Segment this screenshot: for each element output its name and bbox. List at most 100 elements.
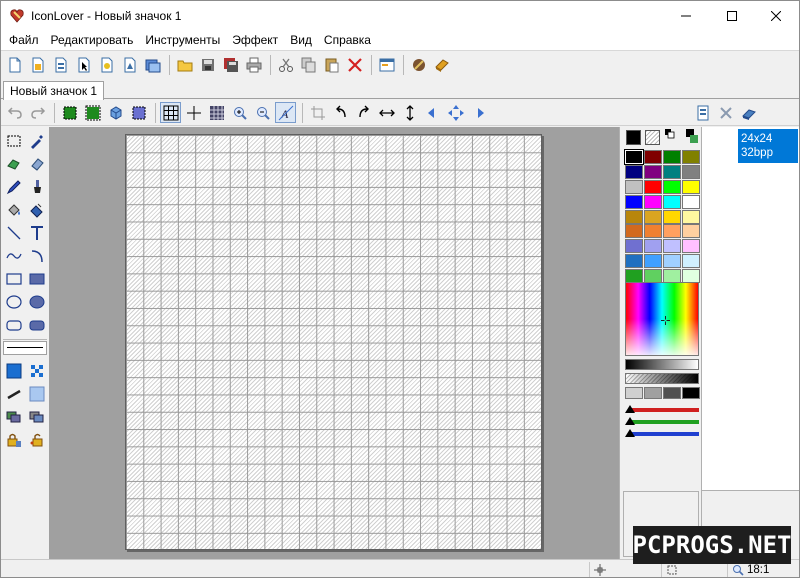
- grayscale-bar[interactable]: [625, 359, 699, 370]
- new-library-button[interactable]: [50, 54, 71, 76]
- palette-swatch[interactable]: [682, 209, 700, 224]
- rect-select-tool[interactable]: [3, 129, 25, 152]
- palette-swatch[interactable]: [625, 254, 643, 269]
- maximize-button[interactable]: [709, 1, 755, 31]
- move-right-button[interactable]: [468, 102, 489, 123]
- palette-swatch[interactable]: [625, 239, 643, 254]
- pencil-tool[interactable]: [3, 175, 25, 198]
- rotate-left-button[interactable]: [330, 102, 351, 123]
- cut-button[interactable]: [275, 54, 296, 76]
- arc-tool[interactable]: [26, 244, 48, 267]
- library-book-button[interactable]: [431, 54, 452, 76]
- palette-swatch[interactable]: [663, 254, 681, 269]
- delete-format-button[interactable]: [715, 102, 736, 123]
- line-tool[interactable]: [3, 221, 25, 244]
- palette-swatch[interactable]: [644, 194, 662, 209]
- save-all-button[interactable]: [220, 54, 241, 76]
- palette-swatch[interactable]: [625, 224, 643, 239]
- palette-swatch[interactable]: [682, 179, 700, 194]
- palette-swatch[interactable]: [663, 164, 681, 179]
- palette-swatch[interactable]: [663, 194, 681, 209]
- filled-rectangle-tool[interactable]: [26, 267, 48, 290]
- text-tool[interactable]: [26, 221, 48, 244]
- spray-tool[interactable]: [26, 198, 48, 221]
- menu-help[interactable]: Справка: [318, 31, 377, 50]
- palette-swatch[interactable]: [644, 239, 662, 254]
- paste-button[interactable]: [321, 54, 342, 76]
- eyedropper-tool[interactable]: [26, 129, 48, 152]
- palette-swatch[interactable]: [682, 194, 700, 209]
- palette-swatch[interactable]: [625, 209, 643, 224]
- blue-slider-knob[interactable]: [625, 429, 635, 437]
- transparent-color-swatch[interactable]: [645, 130, 660, 145]
- unlock-tool[interactable]: [26, 428, 48, 451]
- palette-swatch[interactable]: [644, 164, 662, 179]
- palette-swatch[interactable]: [663, 150, 681, 164]
- move-all-button[interactable]: [445, 102, 466, 123]
- menu-edit[interactable]: Редактировать: [45, 31, 140, 50]
- alpha-swatch[interactable]: [663, 387, 681, 399]
- red-slider[interactable]: [625, 405, 699, 415]
- copy-button[interactable]: [298, 54, 319, 76]
- ellipse-tool[interactable]: [3, 290, 25, 313]
- pixel-grid-button[interactable]: [206, 102, 227, 123]
- brush-tool[interactable]: [26, 175, 48, 198]
- menu-file[interactable]: Файл: [3, 31, 45, 50]
- new-image-button[interactable]: [96, 54, 117, 76]
- palette-swatch[interactable]: [644, 150, 662, 164]
- palette-swatch[interactable]: [682, 164, 700, 179]
- filled-ellipse-tool[interactable]: [26, 290, 48, 313]
- lasso-tool[interactable]: [3, 152, 25, 175]
- fill-tool[interactable]: [3, 198, 25, 221]
- icon-edit-canvas[interactable]: [125, 134, 542, 550]
- palette-swatch[interactable]: [625, 194, 643, 209]
- rounded-rect-tool[interactable]: [3, 313, 25, 336]
- alpha-bar[interactable]: [625, 373, 699, 384]
- palette-swatch[interactable]: [663, 239, 681, 254]
- line-width-picker[interactable]: [3, 341, 47, 355]
- palette-swatch[interactable]: [644, 209, 662, 224]
- rectangle-tool[interactable]: [3, 267, 25, 290]
- batch-button[interactable]: [142, 54, 163, 76]
- zoom-in-button[interactable]: [229, 102, 250, 123]
- stroke-width-tool[interactable]: [3, 382, 25, 405]
- new-animated-cursor-button[interactable]: [73, 54, 94, 76]
- antialias-button[interactable]: A: [275, 102, 296, 123]
- palette-swatch[interactable]: [682, 239, 700, 254]
- select-frame-button[interactable]: [128, 102, 149, 123]
- menu-tools[interactable]: Инструменты: [139, 31, 226, 50]
- icon-extract-button[interactable]: [408, 54, 429, 76]
- palette-swatch[interactable]: [644, 179, 662, 194]
- delete-button[interactable]: [344, 54, 365, 76]
- filled-rounded-rect-tool[interactable]: [26, 313, 48, 336]
- grid-toggle-button[interactable]: [160, 102, 181, 123]
- minimize-button[interactable]: [663, 1, 709, 31]
- crop-button[interactable]: [307, 102, 328, 123]
- palette-swatch[interactable]: [663, 224, 681, 239]
- palette-swatch[interactable]: [644, 224, 662, 239]
- red-slider-knob[interactable]: [625, 405, 635, 413]
- palette-swatch[interactable]: [663, 209, 681, 224]
- green-slider[interactable]: [625, 417, 699, 427]
- eraser-format-button[interactable]: [738, 102, 759, 123]
- menu-view[interactable]: Вид: [284, 31, 318, 50]
- palette-swatch[interactable]: [625, 164, 643, 179]
- cube-button[interactable]: [105, 102, 126, 123]
- curve-tool[interactable]: [3, 244, 25, 267]
- rotate-right-button[interactable]: [353, 102, 374, 123]
- alpha-swatch[interactable]: [625, 387, 643, 399]
- crosshair-button[interactable]: [183, 102, 204, 123]
- title-bar[interactable]: IconLover - Новый значок 1: [1, 1, 799, 31]
- layers-alt-tool[interactable]: [26, 405, 48, 428]
- undo-button[interactable]: [4, 102, 25, 123]
- swap-colors-icon[interactable]: [665, 129, 675, 139]
- color-fill-mode-tool[interactable]: [3, 359, 25, 382]
- palette-swatch[interactable]: [663, 179, 681, 194]
- move-left-button[interactable]: [422, 102, 443, 123]
- blue-slider[interactable]: [625, 429, 699, 439]
- color-picker-mode-icon[interactable]: [686, 129, 698, 143]
- layers-tool[interactable]: [3, 405, 25, 428]
- alpha-swatch[interactable]: [682, 387, 700, 399]
- new-project-button[interactable]: [119, 54, 140, 76]
- blur-tool[interactable]: [26, 359, 48, 382]
